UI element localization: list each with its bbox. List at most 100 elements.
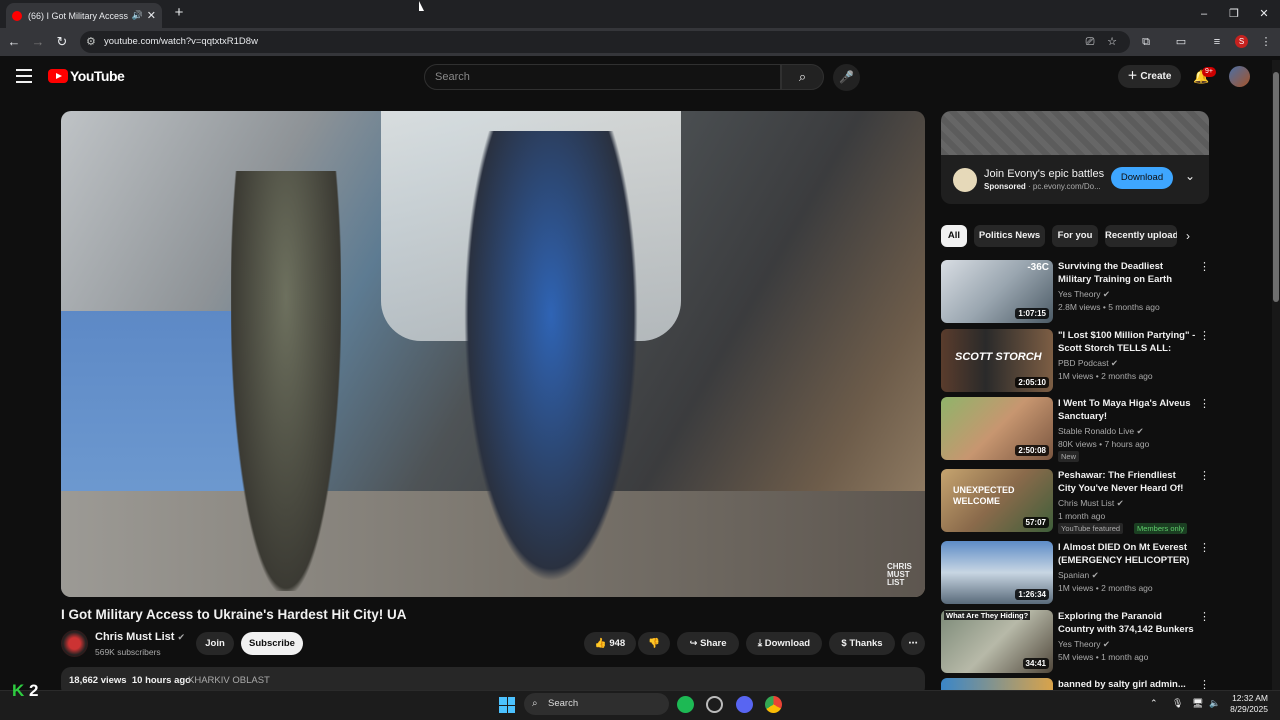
more-vert-icon[interactable]: ⋮ [1199, 397, 1210, 410]
scrollbar-thumb[interactable] [1273, 72, 1279, 302]
location-tag[interactable]: KHARKIV OBLAST [188, 675, 270, 686]
rec-channel[interactable]: Stable Ronaldo Live ✔ [1058, 426, 1144, 437]
more-vert-icon[interactable]: ⋮ [1199, 541, 1210, 554]
chrome-icon[interactable] [765, 696, 782, 713]
sponsored-ad[interactable]: Join Evony's epic battles Sponsored · pc… [941, 111, 1209, 204]
video-thumbnail[interactable]: What Are They Hiding? 34:41 [941, 610, 1053, 673]
network-icon[interactable]: 🖥 [1192, 698, 1203, 709]
account-avatar[interactable] [1229, 66, 1250, 87]
sidebar-icon[interactable]: ▭ [1173, 34, 1189, 50]
rec-title[interactable]: Surviving the Deadliest Military Trainin… [1058, 260, 1196, 287]
voice-search-button[interactable]: 🎤 [833, 64, 860, 91]
more-vert-icon[interactable]: ⋮ [1199, 260, 1210, 273]
recommendation-item[interactable]: UNEXPECTED WELCOME 57:07 Peshawar: The F… [941, 469, 1210, 534]
cast-icon[interactable]: ⎚ [1082, 34, 1098, 50]
dislike-button[interactable]: 👎 [638, 632, 670, 655]
chevron-down-icon[interactable]: ⌄ [1185, 169, 1195, 183]
bookmark-star-icon[interactable]: ☆ [1104, 34, 1120, 50]
search-box[interactable] [424, 64, 781, 90]
extensions-icon[interactable]: ⧉ [1138, 34, 1154, 50]
recommendation-item[interactable]: What Are They Hiding? 34:41 Exploring th… [941, 610, 1210, 674]
url-text[interactable]: youtube.com/watch?v=qqtxtxR1D8w [104, 36, 258, 47]
video-thumbnail[interactable]: 1:26:34 [941, 541, 1053, 604]
video-thumbnail[interactable]: 2:50:08 [941, 397, 1053, 460]
rec-title[interactable]: I Almost DIED On Mt Everest (EMERGENCY H… [1058, 541, 1196, 567]
rec-title[interactable]: I Went To Maya Higa's Alveus Sanctuary! [1058, 397, 1196, 423]
chip-politics-news[interactable]: Politics News [974, 225, 1045, 247]
chip-for-you[interactable]: For you [1052, 225, 1098, 247]
video-thumbnail[interactable]: -36C 1:07:15 [941, 260, 1053, 323]
widgets-button[interactable]: K 2 [12, 681, 38, 701]
more-vert-icon[interactable]: ⋮ [1199, 678, 1209, 690]
video-thumbnail[interactable]: UNEXPECTED WELCOME 57:07 [941, 469, 1053, 532]
recommendation-item[interactable]: banned by salty girl admin... ⋮ [941, 678, 1209, 690]
ad-download-button[interactable]: Download [1111, 167, 1173, 189]
restore-icon[interactable]: ❐ [1225, 6, 1243, 22]
rec-channel-text[interactable]: PBD Podcast [1058, 358, 1109, 368]
youtube-logo[interactable]: YouTube [48, 68, 125, 84]
reload-icon[interactable]: ↻ [54, 34, 70, 50]
channel-avatar[interactable] [61, 630, 88, 657]
tray-chevron-icon[interactable]: ⌃ [1150, 698, 1158, 709]
chip-all[interactable]: All [941, 225, 967, 247]
rec-channel[interactable]: PBD Podcast ✔ [1058, 358, 1118, 369]
back-icon[interactable]: ← [6, 34, 22, 50]
rec-title[interactable]: banned by salty girl admin... [1058, 678, 1196, 690]
rec-channel[interactable]: Spanian ✔ [1058, 570, 1099, 581]
video-player[interactable]: CHRIS MUST LIST [61, 111, 925, 597]
share-button[interactable]: ↪ Share [677, 632, 739, 655]
browser-profile-avatar[interactable]: S [1235, 35, 1248, 48]
rec-title[interactable]: Exploring the Paranoid Country with 374,… [1058, 610, 1196, 637]
rec-channel[interactable]: Yes Theory ✔ [1058, 289, 1110, 300]
close-window-icon[interactable]: ✕ [1255, 6, 1273, 22]
download-button[interactable]: ⤓ Download [746, 632, 822, 655]
browser-tab[interactable]: (66) I Got Military Access to Ukraine's … [6, 3, 162, 28]
speaker-icon[interactable]: 🔊 [132, 10, 143, 21]
new-tab-button[interactable]: + [170, 4, 188, 22]
volume-icon[interactable]: 🔈 [1209, 698, 1220, 709]
close-tab-icon[interactable]: ✕ [147, 9, 156, 22]
hamburger-menu-icon[interactable] [16, 69, 32, 83]
more-vert-icon[interactable]: ⋮ [1199, 469, 1210, 482]
subscribe-button[interactable]: Subscribe [241, 632, 303, 655]
thanks-button[interactable]: $ Thanks [829, 632, 895, 655]
media-icon[interactable]: ≡ [1209, 34, 1225, 50]
rec-channel[interactable]: Yes Theory ✔ [1058, 639, 1110, 650]
ad-title[interactable]: Join Evony's epic battles [984, 168, 1104, 180]
app-icon[interactable] [706, 696, 723, 713]
omnibox[interactable]: ⚙ youtube.com/watch?v=qqtxtxR1D8w [80, 31, 1130, 53]
channel-name[interactable]: Chris Must List ✔ [95, 631, 185, 643]
start-windows-icon[interactable] [499, 697, 515, 713]
system-clock[interactable]: 12:32 AM 8/29/2025 [1228, 693, 1268, 715]
search-button[interactable]: ⌕ [781, 64, 824, 90]
spotify-icon[interactable] [677, 696, 694, 713]
create-button[interactable]: ＋ Create [1118, 65, 1181, 88]
browser-menu-icon[interactable]: ⋮ [1258, 34, 1274, 50]
more-vert-icon[interactable]: ⋮ [1199, 610, 1210, 623]
video-thumbnail[interactable]: SCOTT STORCH 2:05:10 [941, 329, 1053, 392]
rec-channel-text[interactable]: Yes Theory [1058, 289, 1101, 299]
minimize-icon[interactable]: – [1195, 6, 1213, 22]
rec-channel[interactable]: Chris Must List ✔ [1058, 498, 1124, 509]
recommendation-item[interactable]: -36C 1:07:15 Surviving the Deadliest Mil… [941, 260, 1210, 324]
chevron-right-icon[interactable]: › [1186, 229, 1190, 243]
rec-channel-text[interactable]: Stable Ronaldo Live [1058, 426, 1134, 436]
taskbar-search[interactable]: ⌕ Search [524, 693, 669, 715]
more-actions-button[interactable]: ⋯ [901, 632, 925, 655]
forward-icon[interactable]: → [30, 34, 46, 50]
discord-icon[interactable] [736, 696, 753, 713]
video-thumbnail[interactable] [941, 678, 1053, 690]
recommendation-item[interactable]: SCOTT STORCH 2:05:10 "I Lost $100 Millio… [941, 329, 1210, 393]
microphone-tray-icon[interactable]: 🎙 [1172, 698, 1183, 709]
ad-banner[interactable] [941, 111, 1209, 155]
recommendation-item[interactable]: 2:50:08 I Went To Maya Higa's Alveus San… [941, 397, 1210, 462]
chip-recently-uploaded[interactable]: Recently uploaded [1105, 225, 1177, 247]
rec-title[interactable]: "I Lost $100 Million Partying" - Scott S… [1058, 329, 1196, 356]
more-vert-icon[interactable]: ⋮ [1199, 329, 1210, 342]
site-info-icon[interactable]: ⚙ [86, 35, 96, 48]
rec-channel-text[interactable]: Yes Theory [1058, 639, 1101, 649]
rec-channel-text[interactable]: Spanian [1058, 570, 1089, 580]
channel-name-text[interactable]: Chris Must List [95, 631, 174, 643]
join-button[interactable]: Join [196, 632, 234, 655]
recommendation-item[interactable]: 1:26:34 I Almost DIED On Mt Everest (EME… [941, 541, 1210, 605]
